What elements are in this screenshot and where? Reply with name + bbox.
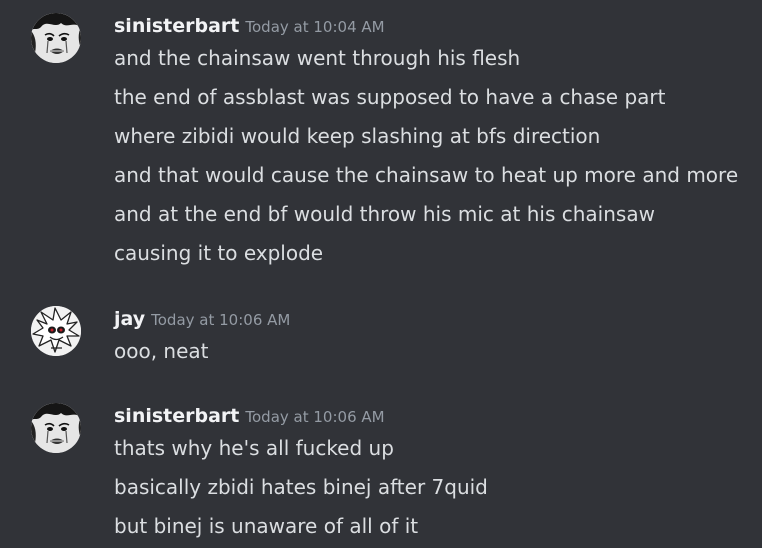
message-content: and the chainsaw went through his flesh … [114, 45, 754, 266]
message-line: and at the end bf would throw his mic at… [114, 202, 655, 226]
message-header: jay Today at 10:06 AM [114, 306, 290, 332]
sad-crying-face-icon [31, 13, 81, 63]
timestamp[interactable]: Today at 10:04 AM [245, 18, 384, 36]
message-line: the end of assblast was supposed to have… [114, 85, 666, 109]
timestamp[interactable]: Today at 10:06 AM [245, 408, 384, 426]
avatar[interactable] [31, 403, 81, 453]
message-line: and the chainsaw went through his flesh [114, 46, 521, 70]
username[interactable]: sinisterbart [114, 15, 239, 37]
timestamp[interactable]: Today at 10:06 AM [151, 311, 290, 329]
message-line: where zibidi would keep slashing at bfs … [114, 124, 601, 148]
sad-crying-face-icon [31, 403, 81, 453]
message-header: sinisterbart Today at 10:04 AM [114, 13, 385, 39]
username[interactable]: sinisterbart [114, 405, 239, 427]
message-line: basically zbidi hates binej after 7quid [114, 475, 488, 499]
message-line: but binej is unaware of all of it [114, 514, 419, 538]
username[interactable]: jay [114, 308, 145, 330]
avatar[interactable] [31, 13, 81, 63]
white-hedgehog-character-icon [31, 306, 81, 356]
message-content: ooo, neat [114, 338, 754, 364]
message-line: thats why he's all fucked up [114, 436, 394, 460]
avatar[interactable] [31, 306, 81, 356]
message-content: thats why he's all fucked up basically z… [114, 435, 754, 539]
message-line: causing it to explode [114, 241, 324, 265]
message-line: ooo, neat [114, 339, 209, 363]
message-header: sinisterbart Today at 10:06 AM [114, 403, 385, 429]
message-line: and that would cause the chainsaw to hea… [114, 163, 739, 187]
chat-message-list: sinisterbart Today at 10:04 AM and the ch… [0, 0, 762, 548]
